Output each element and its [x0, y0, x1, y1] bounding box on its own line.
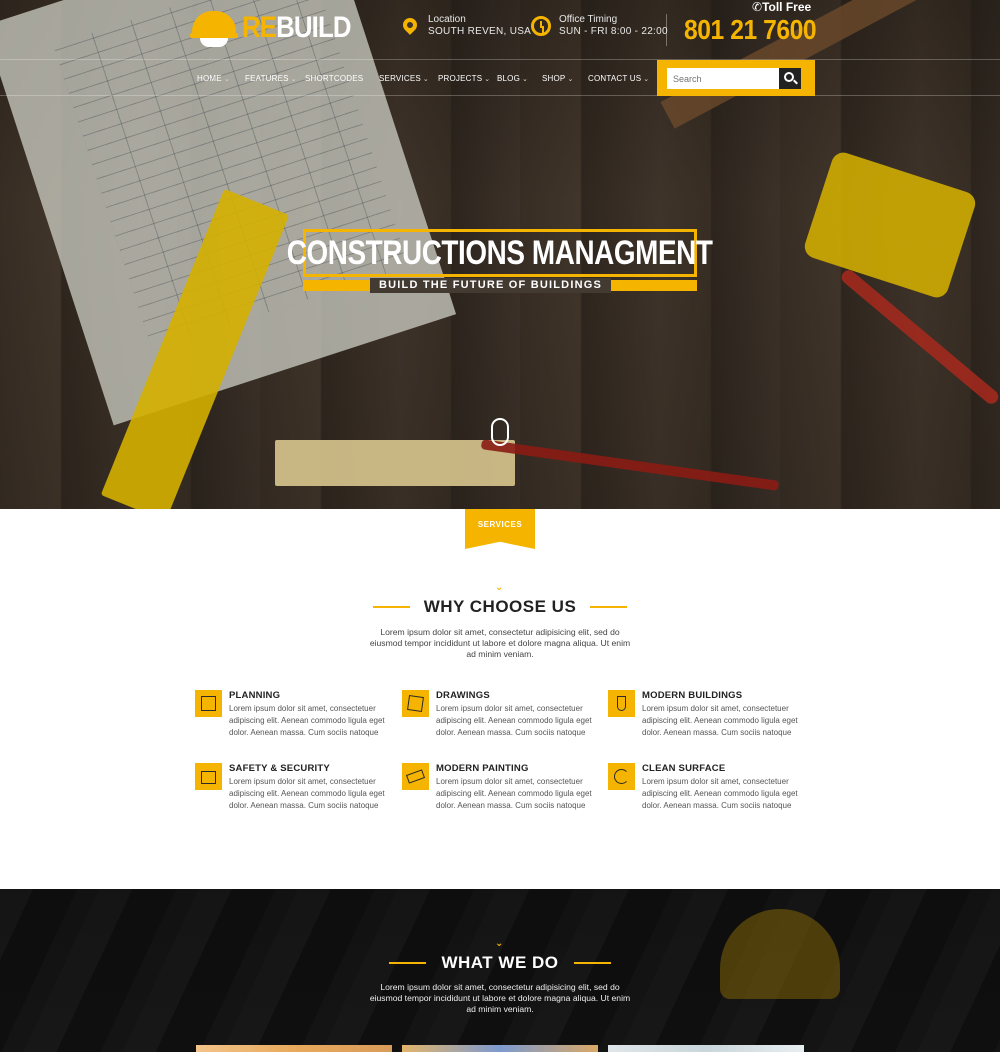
safety-icon — [195, 763, 222, 790]
location-info: Location SOUTH REVEN, USA — [400, 14, 531, 38]
feature-description: Lorem ipsum dolor sit amet, consectetuer… — [642, 704, 798, 737]
clock-icon — [531, 16, 553, 38]
chevron-down-icon: ⌄ — [422, 76, 429, 83]
location-value: SOUTH REVEN, USA — [428, 26, 532, 37]
feature-title: DRAWINGS — [436, 690, 490, 701]
logo-suffix: BUILD — [276, 11, 351, 44]
feature-title: PLANNING — [229, 690, 281, 701]
why-choose-us-intro: Lorem ipsum dolor sit amet, consectetur … — [369, 627, 631, 659]
project-thumbnail[interactable] — [402, 1045, 598, 1052]
heading-line-right — [590, 606, 627, 608]
chevron-down-icon: ⌄ — [522, 76, 529, 83]
feature-description: Lorem ipsum dolor sit amet, consectetuer… — [642, 777, 798, 810]
section-chevron-icon: ⌄ — [495, 582, 504, 593]
drawings-icon — [402, 690, 429, 717]
timing-value: SUN - FRI 8:00 - 22:00 — [559, 26, 668, 37]
logo-prefix: RE — [242, 11, 277, 44]
nav-label: HOME — [197, 74, 222, 83]
nav-label: BLOG — [497, 74, 521, 83]
nav-label: SHORTCODES — [305, 74, 364, 83]
services-tag-label: SERVICES — [477, 520, 523, 529]
helmet-logo-icon — [190, 7, 238, 49]
timing-label: Office Timing — [559, 14, 618, 25]
feature-title: CLEAN SURFACE — [642, 763, 726, 774]
phone-icon: ✆ — [752, 0, 763, 14]
feature-title: MODERN PAINTING — [436, 763, 529, 774]
location-label: Location — [428, 14, 466, 25]
nav-item-shortcodes[interactable]: SHORTCODES — [305, 74, 363, 83]
hero-pencil — [480, 439, 780, 491]
nav-label: PROJECTS — [438, 74, 483, 83]
hero-title: CONSTRUCTIONS MANAGMENT — [287, 233, 713, 272]
chevron-down-icon: ⌄ — [290, 76, 297, 83]
painting-icon — [402, 763, 429, 790]
nav-label: SERVICES — [379, 74, 421, 83]
phone-number[interactable]: 801 21 7600 — [684, 14, 817, 46]
nav-item-features[interactable]: FEATURES ⌄ — [245, 74, 297, 83]
feature-description: Lorem ipsum dolor sit amet, consectetuer… — [436, 704, 592, 737]
modern-buildings-icon — [608, 690, 635, 717]
nav-label: CONTACT US — [588, 74, 642, 83]
site-logo[interactable]: REBUILD — [190, 5, 368, 51]
feature-title: MODERN BUILDINGS — [642, 690, 743, 701]
nav-label: FEATURES — [245, 74, 289, 83]
search-button[interactable] — [779, 68, 801, 89]
search-box — [657, 60, 815, 96]
feature-title: SAFETY & SECURITY — [229, 763, 330, 774]
nav-item-services[interactable]: SERVICES ⌄ — [379, 74, 429, 83]
what-we-do-heading: WHAT WE DO — [441, 953, 559, 972]
chevron-down-icon: ⌄ — [567, 76, 574, 83]
section-chevron-icon: ⌄ — [495, 938, 504, 949]
header-divider — [666, 14, 667, 46]
tollfree-text: Toll Free — [762, 0, 812, 14]
location-pin-icon — [400, 15, 422, 38]
feature-description: Lorem ipsum dolor sit amet, consectetuer… — [229, 777, 385, 810]
hero-subtitle: BUILD THE FUTURE OF BUILDINGS — [370, 278, 612, 293]
nav-item-projects[interactable]: PROJECTS ⌄ — [438, 74, 490, 83]
nav-item-contact-us[interactable]: CONTACT US ⌄ — [588, 74, 649, 83]
chevron-down-icon: ⌄ — [643, 76, 650, 83]
chevron-down-icon: ⌄ — [484, 76, 491, 83]
nav-item-blog[interactable]: BLOG ⌄ — [497, 74, 528, 83]
why-choose-us-heading: WHY CHOOSE US — [423, 597, 577, 616]
nav-item-home[interactable]: HOME ⌄ — [197, 74, 230, 83]
chevron-down-icon: ⌄ — [223, 76, 230, 83]
clean-surface-icon — [608, 763, 635, 790]
nav-item-shop[interactable]: SHOP ⌄ — [542, 74, 574, 83]
office-timing-info: Office Timing SUN - FRI 8:00 - 22:00 — [531, 14, 668, 38]
tollfree-label: ✆Toll Free — [752, 0, 811, 14]
services-ribbon: SERVICES — [465, 509, 535, 549]
feature-description: Lorem ipsum dolor sit amet, consectetuer… — [436, 777, 592, 810]
logo-wordmark: REBUILD — [242, 11, 352, 45]
feature-description: Lorem ipsum dolor sit amet, consectetuer… — [229, 704, 385, 737]
hero-tape-measure — [801, 149, 979, 301]
project-thumbnail[interactable] — [196, 1045, 392, 1052]
what-we-do-intro: Lorem ipsum dolor sit amet, consectetur … — [369, 982, 631, 1014]
planning-icon — [195, 690, 222, 717]
scroll-down-mouse-icon[interactable] — [491, 418, 509, 446]
project-thumbnail[interactable] — [608, 1045, 804, 1052]
hero-title-frame: CONSTRUCTIONS MANAGMENT — [287, 229, 713, 277]
heading-line-right — [574, 962, 611, 964]
search-input[interactable] — [667, 68, 779, 89]
hero-folding-ruler — [275, 440, 515, 486]
nav-label: SHOP — [542, 74, 566, 83]
